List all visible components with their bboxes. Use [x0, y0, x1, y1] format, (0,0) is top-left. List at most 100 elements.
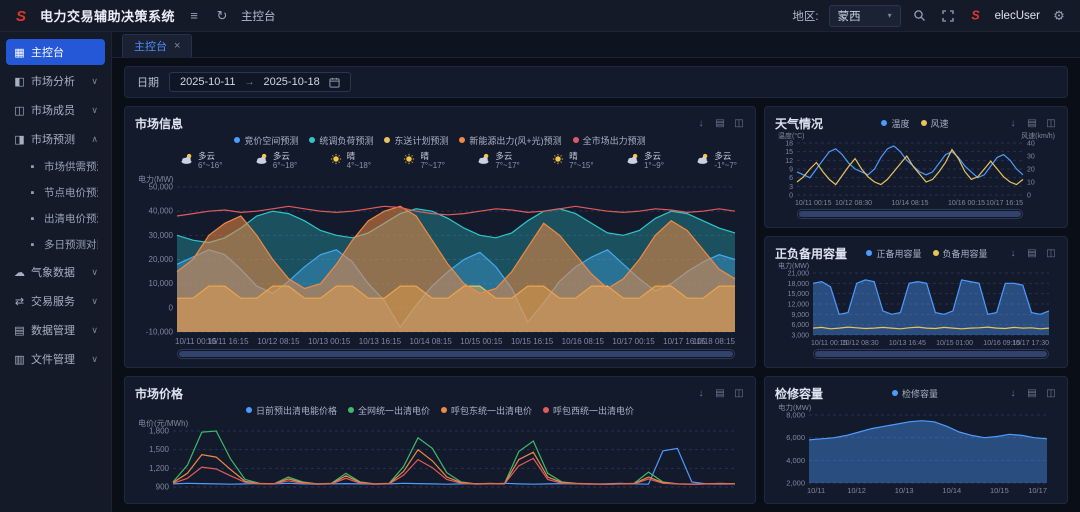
date-label: 日期 — [137, 74, 159, 90]
download-icon[interactable]: ↓ — [1007, 118, 1019, 129]
legend-label: 正备用容量 — [876, 247, 921, 260]
weather-day-item: 多云6°~16° — [179, 152, 222, 171]
market-chart-svg: -10,000010,00020,00030,00040,00050,000电力… — [135, 173, 745, 346]
datazoom-handle[interactable] — [815, 351, 1047, 357]
close-icon[interactable]: × — [174, 40, 180, 52]
sidebar-item-trade-services[interactable]: ⇄交易服务∨ — [6, 288, 105, 314]
legend-marker — [309, 137, 315, 143]
legend-item[interactable]: 风速 — [921, 117, 949, 130]
legend-item[interactable]: 负备用容量 — [933, 247, 988, 260]
chevron-down-icon: ∨ — [91, 325, 98, 336]
legend-item[interactable]: 新能源出力(风+光)预测 — [459, 134, 561, 147]
datazoom-handle[interactable] — [799, 211, 1021, 217]
legend-label: 东送计划预测 — [394, 134, 448, 147]
cloud-sun-icon — [254, 152, 269, 170]
left-column: 市场信息 ↓▤◫ 竞价空间预测统调负荷预测东送计划预测新能源出力(风+光)预测全… — [124, 106, 756, 504]
legend-item[interactable]: 东送计划预测 — [384, 134, 448, 147]
chart-toggle-icon[interactable]: ◫ — [1045, 118, 1057, 129]
sidebar-item-console[interactable]: ▦主控台 — [6, 39, 105, 65]
weather-day-item: 多云1°~9° — [625, 152, 664, 171]
reserve-capacity-chart[interactable]: 3,0006,0009,00012,00015,00018,00021,000电… — [775, 261, 1057, 347]
panel-title: 正负备用容量 — [775, 245, 847, 262]
svg-text:18: 18 — [785, 141, 793, 148]
datazoom-slider[interactable] — [177, 349, 735, 359]
legend-label: 全市场出力预测 — [583, 134, 646, 147]
panel-maintenance: 检修容量 检修容量 ↓ ▤ ◫ 2,0004,0006,0008,000电力(MW)… — [764, 376, 1068, 504]
weather-temp-range: 1°~9° — [644, 161, 664, 170]
chart-toggle-icon[interactable]: ◫ — [1045, 388, 1057, 399]
weather-chart[interactable]: 0369121518010203040温度(°C)风速(km/h)10/11 0… — [775, 131, 1057, 207]
sidebar-subitem-supply-demand-forecast[interactable]: ▪市场供需预测 — [6, 155, 105, 178]
chart-toggle-icon[interactable]: ◫ — [1045, 248, 1057, 259]
sidebar-item-market-analysis[interactable]: ◧市场分析∨ — [6, 68, 105, 94]
data-view-icon[interactable]: ▤ — [714, 388, 726, 399]
chart-toggle-icon[interactable]: ◫ — [733, 118, 745, 129]
arrow-right-icon: → — [244, 77, 254, 88]
legend-item[interactable]: 全市场出力预测 — [573, 134, 646, 147]
sidebar-subitem-node-price-forecast[interactable]: ▪节点电价预测 — [6, 181, 105, 204]
weather-day-text: 多云6°~16° — [198, 152, 222, 171]
legend-item[interactable]: 检修容量 — [892, 387, 938, 400]
date-end[interactable]: 2025-10-18 — [263, 76, 319, 88]
panel-title: 天气情况 — [775, 115, 823, 132]
svg-text:10/12 08:30: 10/12 08:30 — [842, 340, 879, 347]
legend-item[interactable]: 全网统一出清电价 — [348, 404, 430, 417]
weather-temp-range: -1°~7° — [714, 161, 737, 170]
weather-day-text: 多云-1°~7° — [714, 152, 737, 171]
cloud-sun-icon — [695, 152, 710, 170]
data-view-icon[interactable]: ▤ — [1026, 248, 1038, 259]
breadcrumb[interactable]: 主控台 — [241, 8, 276, 24]
legend-marker — [881, 120, 887, 126]
market-price-chart[interactable]: 9001,2001,5001,800电价(元/MWh) — [135, 417, 745, 495]
right-column: 天气情况 温度风速 ↓ ▤ ◫ 0369121518010203040温度(°C)风… — [764, 106, 1068, 504]
sidebar-subitem-clearing-price-forecast[interactable]: ▪出清电价预测 — [6, 207, 105, 230]
sidebar-item-label: 市场成员 — [31, 102, 86, 118]
date-range-picker[interactable]: 2025-10-11 → 2025-10-18 — [169, 72, 351, 92]
legend-item[interactable]: 日前预出清电能价格 — [246, 404, 337, 417]
legend-item[interactable]: 统调负荷预测 — [309, 134, 373, 147]
market-info-chart[interactable]: -10,000010,00020,00030,00040,00050,000电力… — [135, 173, 745, 346]
svg-text:-10,000: -10,000 — [146, 328, 174, 337]
date-start[interactable]: 2025-10-11 — [180, 76, 235, 88]
data-view-icon[interactable]: ▤ — [1026, 388, 1038, 399]
search-icon[interactable] — [911, 7, 929, 25]
menu-icon[interactable]: ≡ — [185, 7, 203, 25]
members-icon: ◫ — [13, 104, 26, 117]
weather-temp-range: 7°~17° — [495, 161, 519, 170]
maintenance-capacity-chart[interactable]: 2,0004,0006,0008,000电力(MW)10/1110/1210/1… — [775, 401, 1057, 495]
svg-text:10/14 08:15: 10/14 08:15 — [410, 337, 453, 346]
sidebar-item-data-management[interactable]: ▤数据管理∨ — [6, 317, 105, 343]
legend-item[interactable]: 呼包东统一出清电价 — [441, 404, 532, 417]
sidebar-item-label: 主控台 — [31, 44, 98, 60]
download-icon[interactable]: ↓ — [695, 388, 707, 399]
legend-marker — [441, 407, 447, 413]
panel-title: 检修容量 — [775, 385, 823, 402]
sidebar-subitem-multiday-forecast-compare[interactable]: ▪多日预测对比 — [6, 233, 105, 256]
data-view-icon[interactable]: ▤ — [714, 118, 726, 129]
legend-item[interactable]: 竞价空间预测 — [234, 134, 298, 147]
svg-text:电价(元/MWh): 电价(元/MWh) — [138, 418, 189, 428]
download-icon[interactable]: ↓ — [695, 118, 707, 129]
settings-gear-icon[interactable]: ⚙ — [1050, 7, 1068, 25]
legend-label: 竞价空间预测 — [244, 134, 298, 147]
refresh-icon[interactable]: ↻ — [213, 7, 231, 25]
fullscreen-icon[interactable] — [939, 7, 957, 25]
datazoom-slider[interactable] — [797, 209, 1023, 219]
chart-toggle-icon[interactable]: ◫ — [733, 388, 745, 399]
download-icon[interactable]: ↓ — [1007, 388, 1019, 399]
legend-item[interactable]: 温度 — [881, 117, 909, 130]
svg-text:S: S — [971, 9, 980, 23]
datazoom-slider[interactable] — [813, 349, 1049, 359]
sidebar-item-file-management[interactable]: ▥文件管理∨ — [6, 346, 105, 372]
region-select[interactable]: 蒙西 ▾ — [829, 5, 901, 27]
datazoom-handle[interactable] — [179, 351, 733, 357]
legend-item[interactable]: 正备用容量 — [866, 247, 921, 260]
tab-console[interactable]: 主控台 × — [122, 34, 192, 57]
svg-text:10/14: 10/14 — [942, 486, 961, 495]
sidebar-item-weather-data[interactable]: ☁气象数据∨ — [6, 259, 105, 285]
legend-item[interactable]: 呼包西统一出清电价 — [543, 404, 634, 417]
data-view-icon[interactable]: ▤ — [1026, 118, 1038, 129]
sidebar-item-market-forecast[interactable]: ◨市场预测∧ — [6, 126, 105, 152]
download-icon[interactable]: ↓ — [1007, 248, 1019, 259]
sidebar-item-market-members[interactable]: ◫市场成员∨ — [6, 97, 105, 123]
